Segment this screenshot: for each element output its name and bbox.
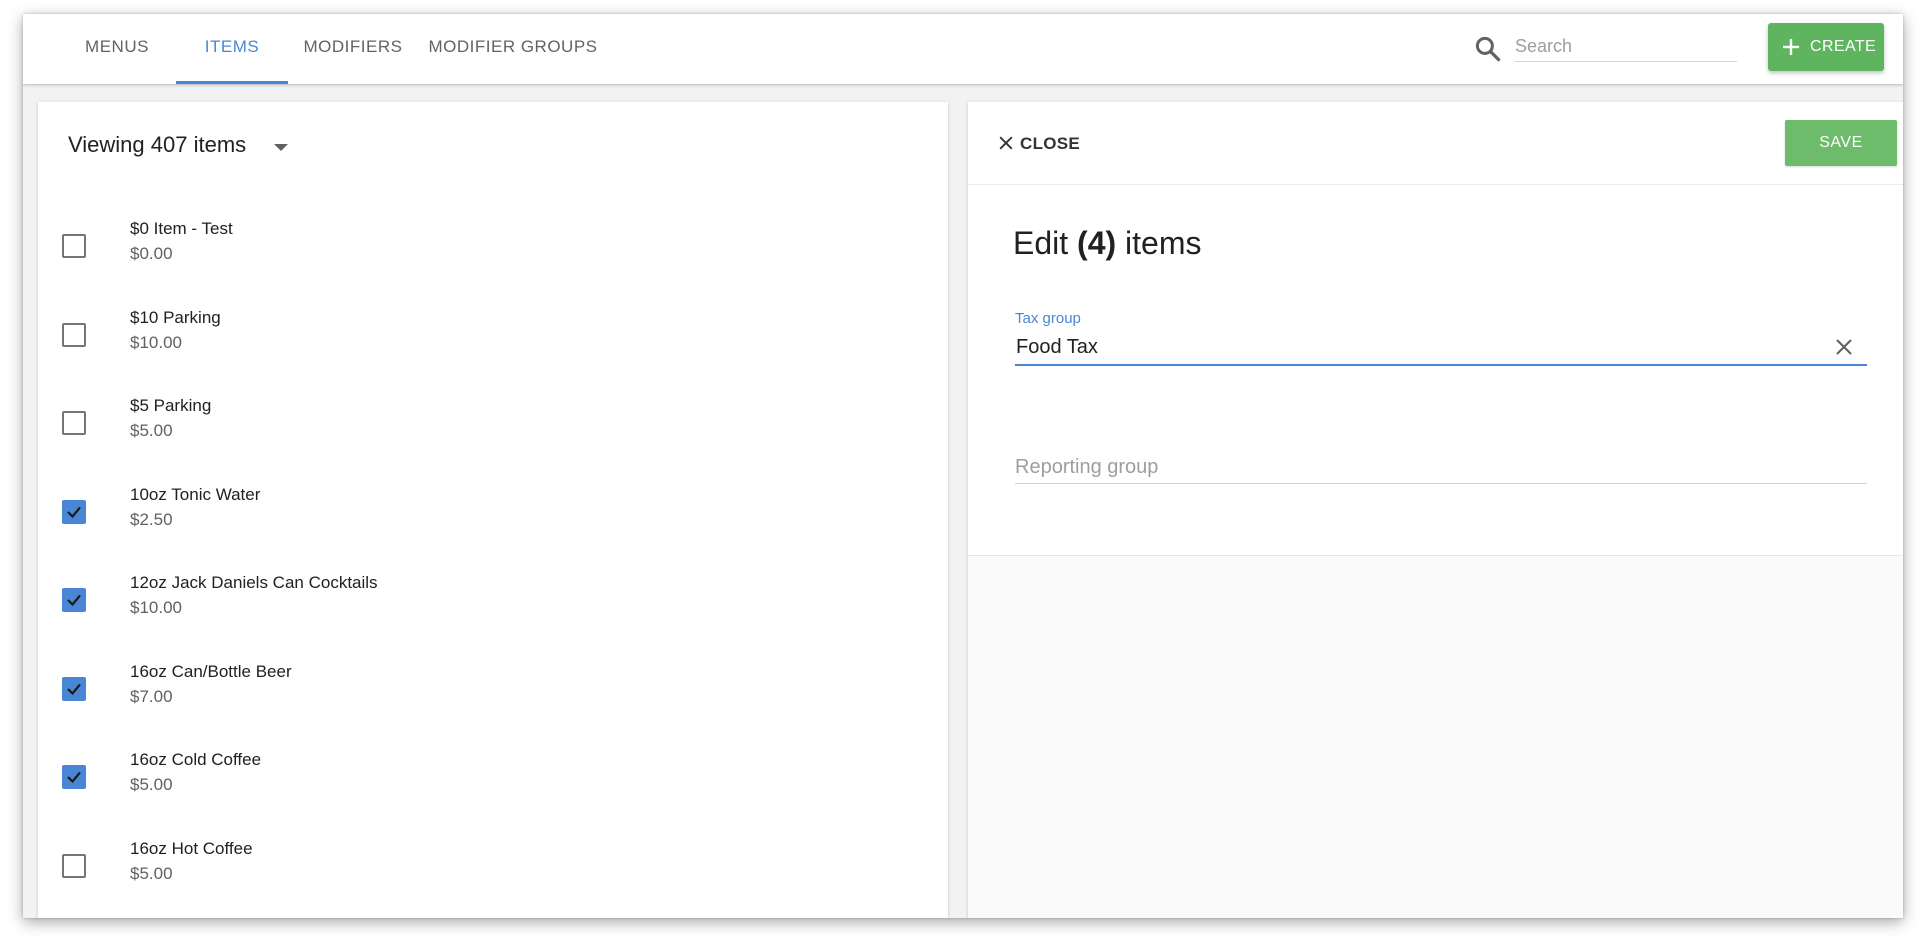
item-checkbox[interactable] (62, 411, 86, 435)
tax-group-field[interactable]: Food Tax (1016, 336, 1098, 359)
list-item[interactable]: 16oz Can/Bottle Beer $7.00 (38, 662, 948, 752)
tab-modifier-groups[interactable]: MODIFIER GROUPS (418, 14, 608, 84)
viewing-count-heading[interactable]: Viewing 407 items (68, 132, 246, 158)
tax-group-underline (1015, 364, 1867, 366)
edit-title-prefix: Edit (1013, 225, 1078, 261)
item-checkbox[interactable] (62, 677, 86, 701)
list-item[interactable]: $10 Parking $10.00 (38, 308, 948, 398)
caret-down-icon[interactable] (274, 144, 288, 151)
close-button-label: CLOSE (1020, 134, 1081, 153)
create-button-label: CREATE (1810, 38, 1877, 55)
list-item[interactable]: 16oz Cold Coffee $5.00 (38, 750, 948, 840)
list-item[interactable]: 16oz Hot Coffee $5.00 (38, 839, 948, 918)
checkmark-icon (67, 594, 81, 607)
item-checkbox[interactable] (62, 323, 86, 347)
edit-form-card: CLOSE SAVE Edit (4) items Tax group Food… (968, 102, 1903, 556)
checkmark-icon (67, 771, 81, 784)
item-price: $5.00 (130, 864, 173, 883)
item-checkbox[interactable] (62, 854, 86, 878)
item-price: $5.00 (130, 421, 173, 440)
create-button[interactable]: CREATE (1768, 23, 1884, 71)
item-name: 16oz Cold Coffee (130, 750, 262, 769)
edit-title-count: (4) (1077, 225, 1117, 261)
checkmark-icon (67, 506, 81, 519)
plus-icon (1783, 39, 1799, 55)
item-checkbox[interactable] (62, 588, 86, 612)
search-input[interactable] (1515, 32, 1737, 62)
tax-group-label: Tax group (1015, 310, 1081, 327)
tab-modifiers[interactable]: MODIFIERS (288, 14, 418, 84)
item-price: $0.00 (130, 244, 173, 263)
clear-icon[interactable] (1832, 335, 1856, 359)
list-item[interactable]: 10oz Tonic Water $2.50 (38, 485, 948, 575)
edit-title-suffix: items (1116, 225, 1202, 261)
save-button[interactable]: SAVE (1785, 120, 1897, 166)
item-name: $5 Parking (130, 396, 212, 415)
checkmark-icon (67, 683, 81, 696)
list-item[interactable]: $5 Parking $5.00 (38, 396, 948, 486)
reporting-group-field[interactable] (1015, 452, 1867, 484)
item-price: $10.00 (130, 333, 182, 352)
tab-items[interactable]: ITEMS (176, 14, 288, 84)
item-checkbox[interactable] (62, 765, 86, 789)
app-window: MENUS ITEMS MODIFIERS MODIFIER GROUPS CR… (23, 14, 1903, 918)
viewing-count: 407 (150, 132, 188, 157)
item-name: 10oz Tonic Water (130, 485, 261, 504)
item-price: $10.00 (130, 598, 182, 617)
edit-title: Edit (4) items (1013, 225, 1201, 262)
close-icon (999, 136, 1013, 150)
viewing-suffix: items (187, 132, 247, 157)
item-price: $7.00 (130, 687, 173, 706)
item-name: 16oz Hot Coffee (130, 839, 253, 858)
item-price: $2.50 (130, 510, 173, 529)
list-item[interactable]: 12oz Jack Daniels Can Cocktails $10.00 (38, 573, 948, 663)
top-nav-bar: MENUS ITEMS MODIFIERS MODIFIER GROUPS CR… (23, 14, 1903, 84)
item-checkbox[interactable] (62, 234, 86, 258)
item-name: $10 Parking (130, 308, 221, 327)
item-name: 16oz Can/Bottle Beer (130, 662, 292, 681)
tab-menus[interactable]: MENUS (58, 14, 176, 84)
item-price: $5.00 (130, 775, 173, 794)
header-divider (968, 184, 1903, 185)
edit-items-panel: CLOSE SAVE Edit (4) items Tax group Food… (968, 102, 1903, 918)
list-item[interactable]: $0 Item - Test $0.00 (38, 219, 948, 309)
item-name: 12oz Jack Daniels Can Cocktails (130, 573, 378, 592)
search-icon[interactable] (1473, 34, 1503, 64)
items-list-panel: Viewing 407 items $0 Item - Test $0.00 $10… (38, 102, 948, 918)
item-name: $0 Item - Test (130, 219, 233, 238)
viewing-prefix: Viewing (68, 132, 151, 157)
item-checkbox[interactable] (62, 500, 86, 524)
